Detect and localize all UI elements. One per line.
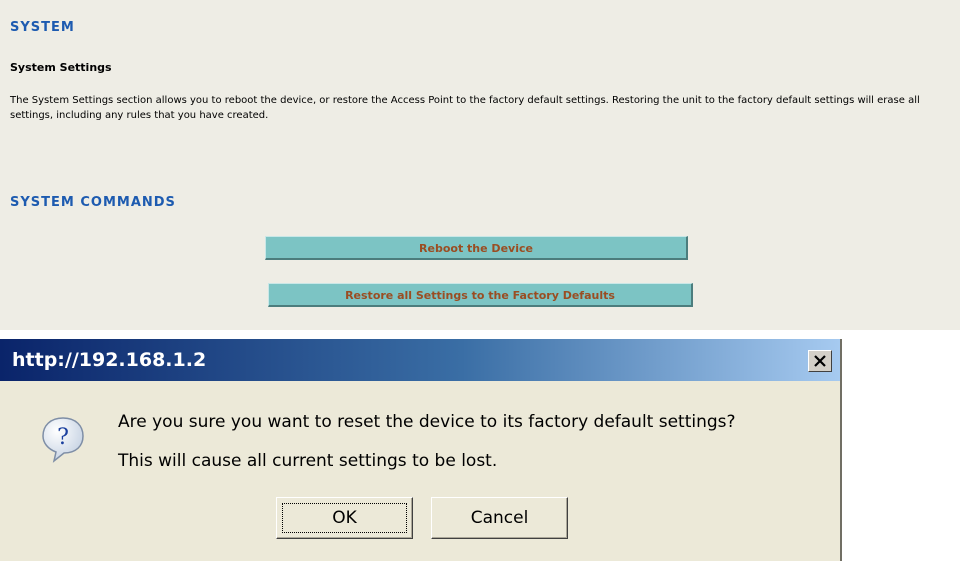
dialog-message-line-1: Are you sure you want to reset the devic… — [118, 412, 736, 432]
restore-factory-defaults-button[interactable]: Restore all Settings to the Factory Defa… — [268, 283, 693, 307]
cancel-button[interactable]: Cancel — [431, 497, 568, 539]
reboot-device-button[interactable]: Reboot the Device — [265, 236, 688, 260]
section-title-system-commands: SYSTEM COMMANDS — [10, 195, 176, 210]
confirm-dialog: http://192.168.1.2 ? Are you sure you wa… — [0, 339, 842, 561]
question-icon: ? — [40, 415, 86, 467]
dialog-title: http://192.168.1.2 — [12, 349, 207, 371]
description-text: The System Settings section allows you t… — [10, 95, 920, 121]
ok-button[interactable]: OK — [276, 497, 413, 539]
close-button[interactable] — [808, 350, 832, 372]
dialog-titlebar[interactable]: http://192.168.1.2 — [0, 339, 840, 381]
svg-text:?: ? — [57, 425, 69, 450]
close-icon — [814, 355, 826, 367]
ok-label: OK — [282, 503, 407, 533]
subheading-system-settings: System Settings — [10, 61, 112, 74]
system-settings-page: SYSTEM System Settings The System Settin… — [0, 0, 960, 330]
section-title-system: SYSTEM — [10, 20, 75, 35]
dialog-message-line-2: This will cause all current settings to … — [118, 451, 498, 471]
